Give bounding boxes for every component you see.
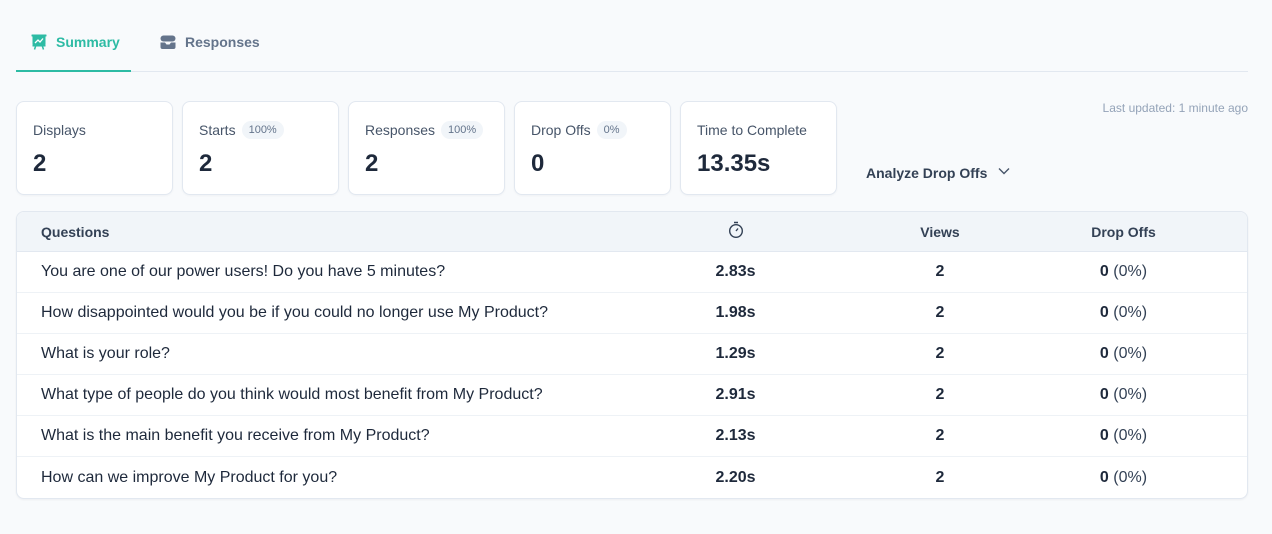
drop-percent: (0%) bbox=[1113, 386, 1148, 403]
stat-label: Drop Offs bbox=[531, 122, 591, 138]
tab-summary[interactable]: Summary bbox=[16, 27, 131, 72]
tab-responses[interactable]: Responses bbox=[145, 27, 274, 71]
question-text: You are one of our power users! Do you h… bbox=[41, 263, 446, 280]
summary-page: Summary Responses Displays 2 Starts 100% bbox=[0, 0, 1272, 534]
stat-label: Starts bbox=[199, 122, 236, 138]
last-updated-text: Last updated: 1 minute ago bbox=[1102, 101, 1248, 115]
column-header-questions: Questions bbox=[41, 223, 110, 240]
question-text: How can we improve My Product for you? bbox=[41, 468, 338, 486]
table-row: What type of people do you think would m… bbox=[17, 375, 1247, 416]
drop-offs-value: 0 (0%) bbox=[1000, 304, 1247, 322]
time-value: 2.91s bbox=[715, 386, 756, 403]
analyze-drop-offs-label: Analyze Drop Offs bbox=[866, 164, 988, 181]
stat-label: Responses bbox=[365, 122, 436, 138]
stat-card-drop-offs: Drop Offs 0% 0 bbox=[514, 101, 671, 195]
chevron-down-icon bbox=[997, 164, 1011, 181]
inbox-stack-icon bbox=[159, 33, 177, 51]
drop-offs-value: 0 (0%) bbox=[1000, 427, 1247, 445]
table-header: Questions Views Drop Offs bbox=[17, 212, 1247, 252]
stat-value: 2 bbox=[365, 150, 379, 177]
drop-offs-value: 0 (0%) bbox=[1000, 345, 1247, 363]
drop-percent: (0%) bbox=[1113, 345, 1148, 362]
views-value: 2 bbox=[935, 468, 945, 486]
table-row: What is your role? 1.29s 2 0 (0%) bbox=[17, 334, 1247, 375]
drop-percent: (0%) bbox=[1113, 427, 1148, 444]
stat-card-displays: Displays 2 bbox=[16, 101, 173, 195]
views-value: 2 bbox=[935, 427, 945, 444]
views-value: 2 bbox=[935, 386, 945, 403]
table-row: How disappointed would you be if you cou… bbox=[17, 293, 1247, 334]
tab-summary-label: Summary bbox=[56, 34, 120, 50]
stat-value: 2 bbox=[33, 150, 47, 177]
stat-label: Time to Complete bbox=[697, 122, 807, 138]
stopwatch-icon bbox=[727, 221, 745, 242]
time-value: 1.98s bbox=[715, 304, 756, 321]
drop-count: 0 bbox=[1099, 263, 1109, 280]
drop-offs-value: 0 (0%) bbox=[1000, 386, 1247, 404]
drop-count: 0 bbox=[1099, 386, 1109, 403]
drop-count: 0 bbox=[1099, 345, 1109, 362]
column-header-views: Views bbox=[920, 223, 960, 240]
drop-count: 0 bbox=[1099, 427, 1109, 444]
percentage-badge: 100% bbox=[441, 121, 484, 139]
stat-card-responses: Responses 100% 2 bbox=[348, 101, 505, 195]
time-value: 2.20s bbox=[715, 468, 756, 486]
question-text: What is the main benefit you receive fro… bbox=[41, 427, 430, 444]
question-text: What type of people do you think would m… bbox=[41, 386, 543, 403]
stats-row: Displays 2 Starts 100% 2 Responses 100% … bbox=[16, 101, 837, 195]
table-row: What is the main benefit you receive fro… bbox=[17, 416, 1247, 457]
drop-percent: (0%) bbox=[1113, 263, 1148, 280]
presentation-chart-icon bbox=[30, 33, 48, 51]
stat-card-starts: Starts 100% 2 bbox=[182, 101, 339, 195]
views-value: 2 bbox=[935, 263, 945, 280]
time-value: 2.13s bbox=[715, 427, 756, 444]
tab-bar: Summary Responses bbox=[16, 0, 1248, 72]
views-value: 2 bbox=[935, 345, 945, 362]
question-text: How disappointed would you be if you cou… bbox=[41, 304, 548, 321]
question-text: What is your role? bbox=[41, 345, 170, 362]
views-value: 2 bbox=[935, 304, 945, 321]
questions-table: Questions Views Drop Offs You are one of… bbox=[16, 211, 1248, 499]
percentage-badge: 100% bbox=[241, 121, 284, 139]
column-header-drop-offs: Drop Offs bbox=[1091, 223, 1156, 240]
percentage-badge: 0% bbox=[596, 121, 627, 139]
stat-card-time-to-complete: Time to Complete 13.35s bbox=[680, 101, 837, 195]
tab-responses-label: Responses bbox=[185, 34, 260, 50]
drop-count: 0 bbox=[1099, 468, 1109, 486]
drop-offs-value: 0 (0%) bbox=[1000, 469, 1247, 487]
stat-label: Displays bbox=[33, 122, 86, 138]
stat-value: 13.35s bbox=[697, 150, 771, 177]
analyze-drop-offs-toggle[interactable]: Analyze Drop Offs bbox=[866, 164, 1011, 181]
drop-offs-value: 0 (0%) bbox=[1000, 263, 1247, 281]
table-row: You are one of our power users! Do you h… bbox=[17, 252, 1247, 293]
table-row: How can we improve My Product for you? 2… bbox=[17, 457, 1247, 498]
drop-count: 0 bbox=[1099, 304, 1109, 321]
drop-percent: (0%) bbox=[1113, 304, 1148, 321]
column-header-time bbox=[591, 221, 880, 242]
drop-percent: (0%) bbox=[1113, 468, 1148, 486]
time-value: 2.83s bbox=[715, 263, 756, 280]
stat-value: 0 bbox=[531, 150, 545, 177]
time-value: 1.29s bbox=[715, 345, 756, 362]
stat-value: 2 bbox=[199, 150, 213, 177]
